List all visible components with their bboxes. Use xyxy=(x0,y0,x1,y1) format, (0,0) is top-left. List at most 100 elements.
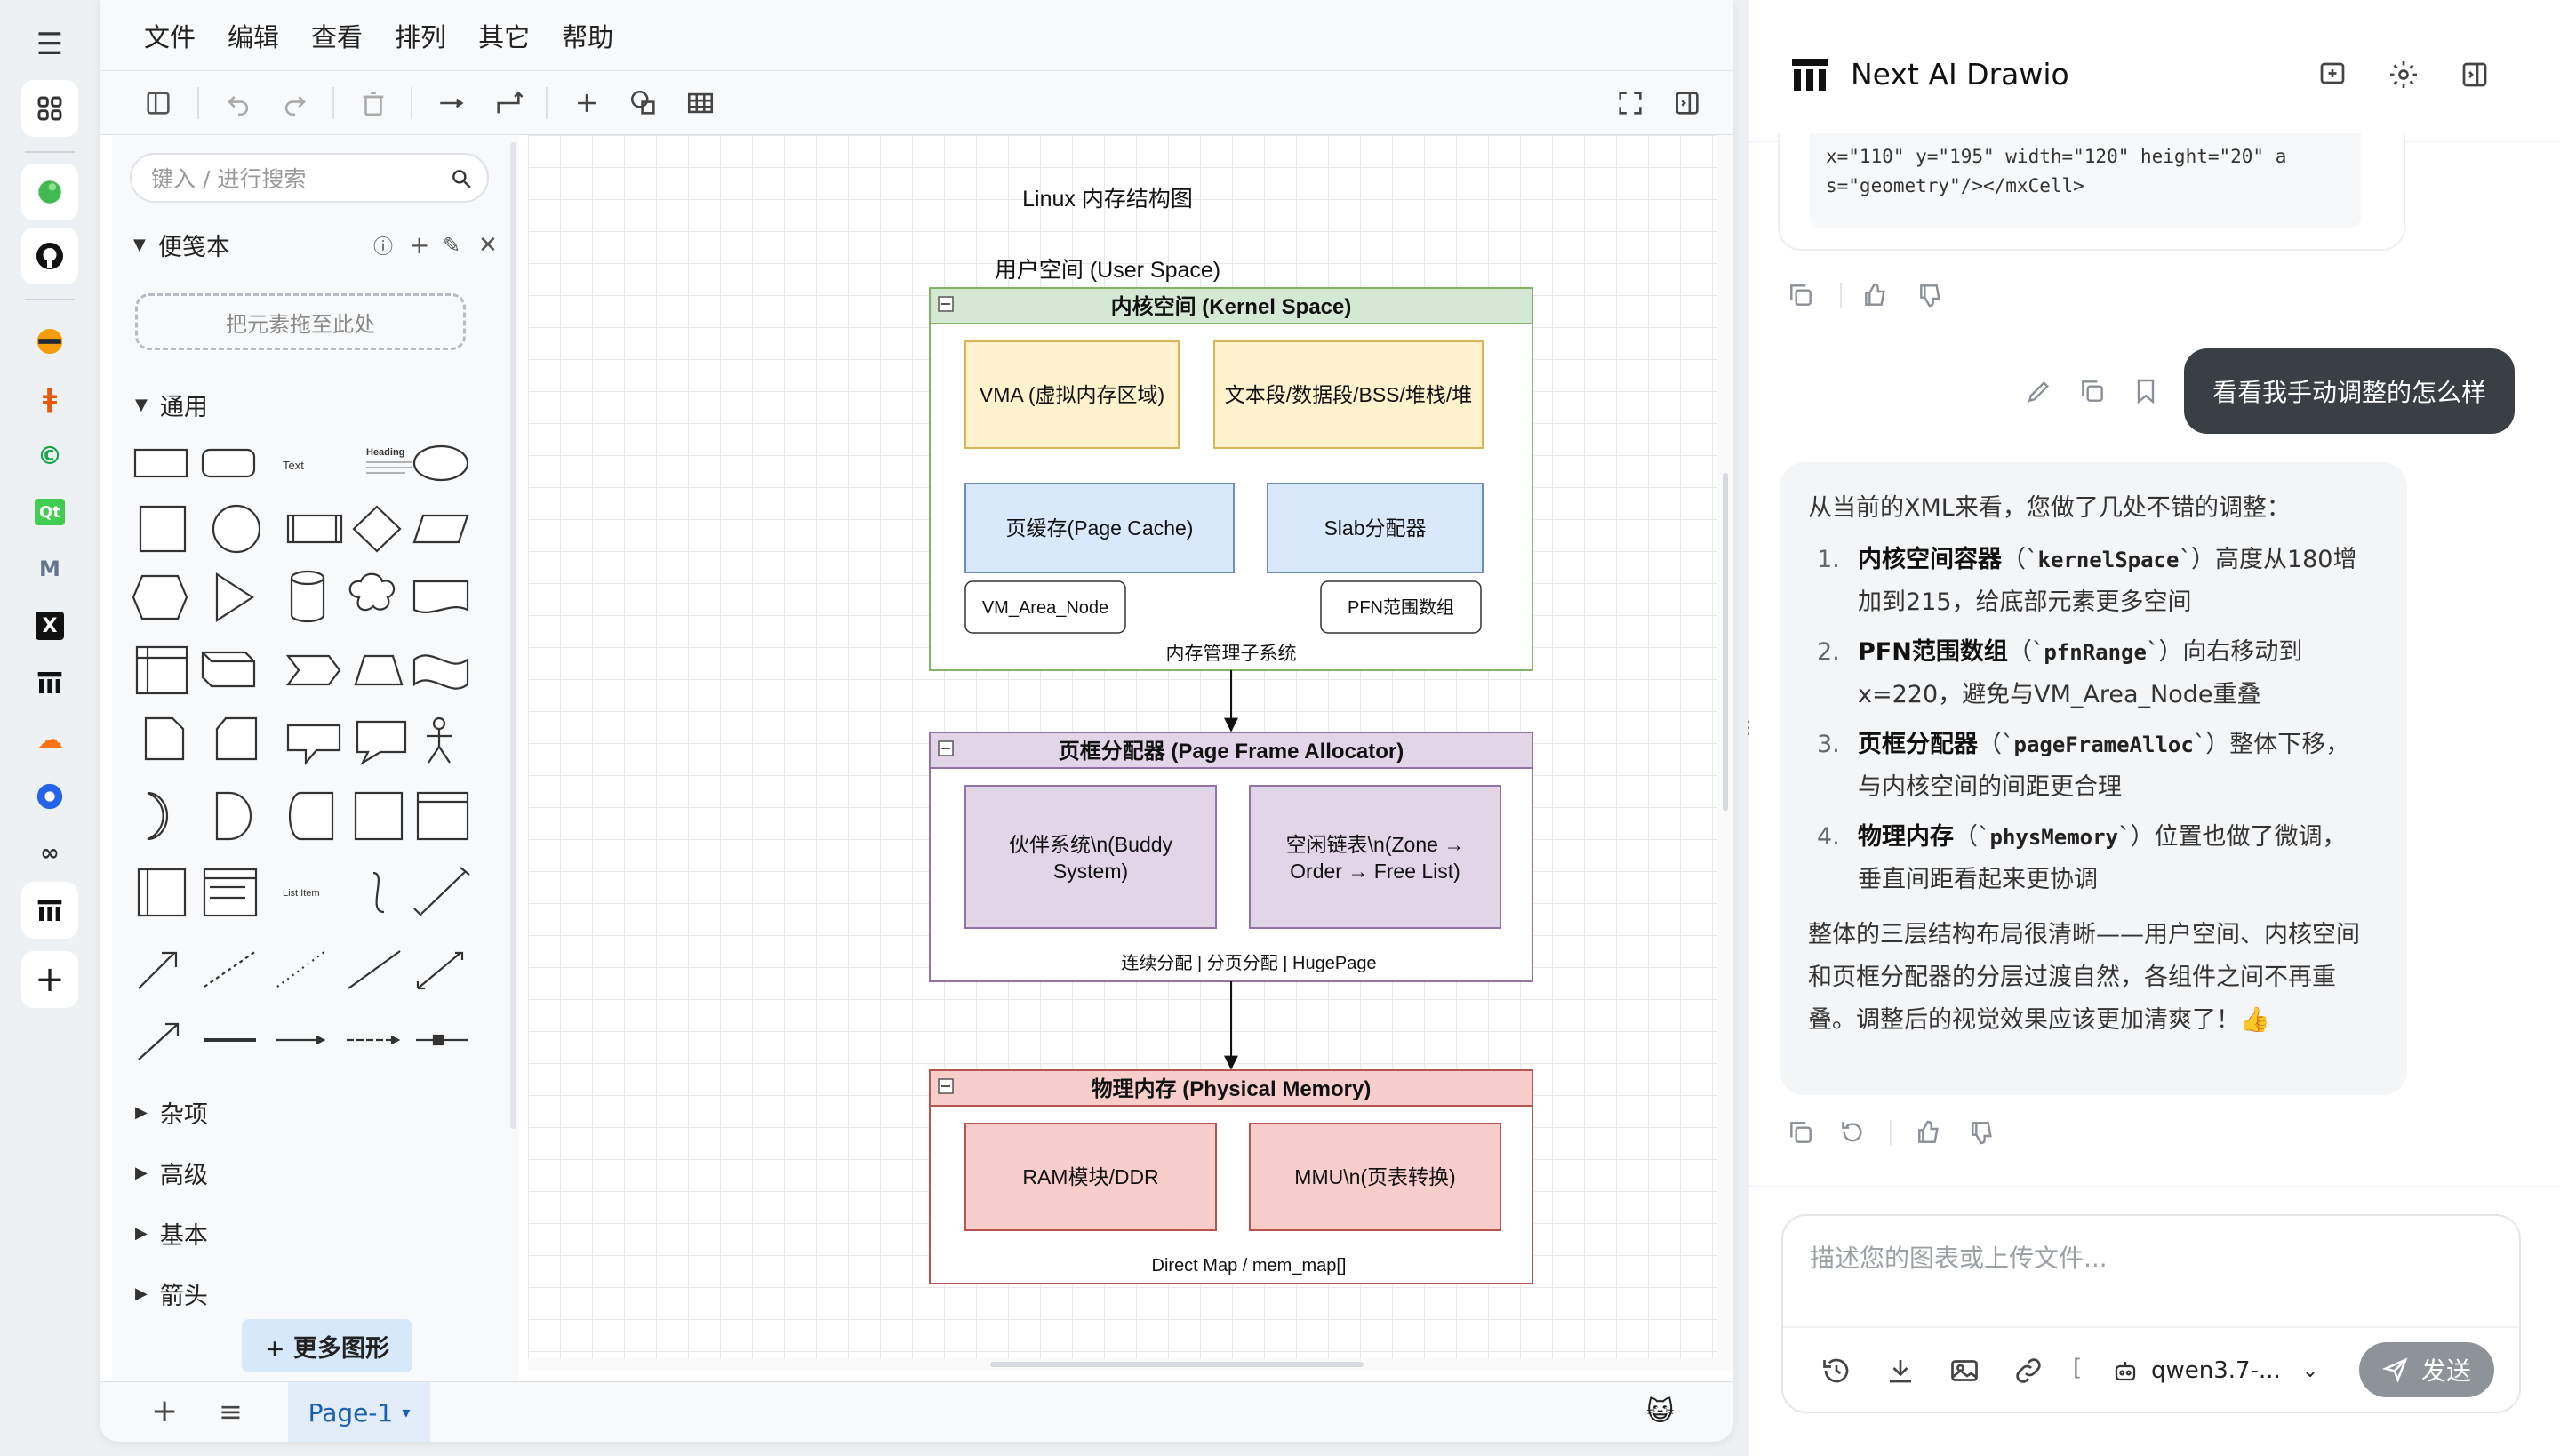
more-shapes-button[interactable]: + 更多图形 xyxy=(242,1319,412,1372)
response-thumbs-down-icon[interactable] xyxy=(1968,1118,1996,1147)
chat-header: Next AI Drawio xyxy=(1749,0,2560,142)
connection-arrow-icon[interactable] xyxy=(432,84,471,123)
copy-response-icon[interactable] xyxy=(1787,1118,1815,1147)
drawio-editor: 文件 编辑 查看 排列 其它 帮助 键入 / 进行搜索 ▼便笺本 ⓘ + ✎ xyxy=(100,0,1733,1442)
undo-icon[interactable] xyxy=(219,84,258,123)
menu-file[interactable]: 文件 xyxy=(144,17,196,54)
new-chat-icon[interactable] xyxy=(2316,59,2348,91)
shape-search-input[interactable]: 键入 / 进行搜索 xyxy=(130,153,489,203)
scratchpad-header[interactable]: ▼ 便笺本 ⓘ + ✎ ✕ xyxy=(133,228,507,262)
waypoints-icon[interactable] xyxy=(489,84,528,123)
xml-code-snippet: x="110" y="195" width="120" height="20" … xyxy=(1810,133,2361,228)
chat-input[interactable] xyxy=(1810,1239,2485,1301)
cat-mascot-icon[interactable]: 😺 xyxy=(1646,1396,1674,1428)
settings-gear-icon[interactable] xyxy=(2388,59,2420,91)
list-item-shape-label: List Item xyxy=(283,888,320,899)
svg-text:PFN范围数组: PFN范围数组 xyxy=(1348,597,1454,618)
format-panel-icon[interactable] xyxy=(139,84,178,123)
fullscreen-icon[interactable] xyxy=(1611,84,1650,123)
menu-toggle-icon[interactable]: ☰ xyxy=(21,16,78,73)
gear-app-icon[interactable] xyxy=(21,768,78,825)
bookmark-icon[interactable] xyxy=(2132,377,2160,405)
ai-summary: 整体的三层结构布局很清晰——用户空间、内核空间 和页框分配器的分层过渡自然，各组件… xyxy=(1808,921,2360,1034)
m-app-icon[interactable]: M xyxy=(21,540,78,597)
help-icon[interactable]: ⓘ xyxy=(373,231,393,260)
user-space-label[interactable]: 用户空间 (User Space) xyxy=(995,258,1220,283)
heading-shape-label: Heading xyxy=(366,447,404,458)
add-app-icon[interactable]: + xyxy=(21,951,78,1008)
copy-icon[interactable] xyxy=(1787,281,1815,309)
canvas-vertical-scrollbar[interactable] xyxy=(1717,135,1733,1371)
diagram-canvas[interactable]: Linux 内存结构图 用户空间 (User Space) 内核空间 (Kern… xyxy=(528,135,1717,1371)
drawio-app-icon[interactable] xyxy=(21,654,78,711)
menu-extras[interactable]: 其它 xyxy=(478,17,530,54)
scratchpad-dropzone[interactable]: 把元素拖至此处 xyxy=(135,293,466,350)
infinity-icon[interactable]: ∞ xyxy=(21,825,78,882)
collapse-panel-icon[interactable] xyxy=(2459,59,2491,91)
allocator-header: 页框分配器 (Page Frame Allocator) xyxy=(1059,740,1404,764)
model-selector[interactable]: qwen3.7-... ⌄ xyxy=(2112,1351,2318,1390)
svg-text:文本段/数据段/BSS/堆栈/堆: 文本段/数据段/BSS/堆栈/堆 xyxy=(1225,383,1473,406)
misc-section-header[interactable]: ▶ 杂项 xyxy=(135,1095,208,1130)
chat-input-area: [ qwen3.7-... ⌄ 发送 xyxy=(1781,1214,2521,1413)
download-icon[interactable] xyxy=(1884,1355,1916,1387)
shapes-icon[interactable] xyxy=(624,84,663,123)
github-icon[interactable] xyxy=(21,228,78,284)
history-icon[interactable] xyxy=(1820,1355,1852,1387)
bolt-app-icon[interactable]: ǂ xyxy=(21,370,78,427)
resize-handle-icon[interactable]: ⋮ xyxy=(1740,716,1758,740)
buddy-system-box[interactable] xyxy=(964,785,1217,929)
arrows-section-header[interactable]: ▶ 箭头 xyxy=(135,1276,208,1311)
app-title: Next AI Drawio xyxy=(1851,57,2069,92)
qt-icon[interactable]: Qt xyxy=(21,484,78,540)
ubuntu-icon[interactable] xyxy=(21,313,78,370)
add-page-icon[interactable]: + xyxy=(151,1393,178,1429)
basic-section-header[interactable]: ▶ 基本 xyxy=(135,1216,208,1251)
pages-menu-icon[interactable]: ≡ xyxy=(219,1395,243,1428)
image-upload-icon[interactable] xyxy=(1948,1355,1980,1387)
edit-icon[interactable]: ✎ xyxy=(443,233,460,258)
free-list-box[interactable] xyxy=(1249,785,1501,929)
list-item: 4. 物理内存（`physMemory`）位置也做了微调， 垂直间距看起来更协调 xyxy=(1817,823,2347,893)
menu-help[interactable]: 帮助 xyxy=(562,17,613,54)
green-app-icon[interactable] xyxy=(21,164,78,220)
svg-text:空闲链表\n(Zone →: 空闲链表\n(Zone → xyxy=(1286,833,1465,856)
table-icon[interactable] xyxy=(681,84,720,123)
active-drawio-icon[interactable] xyxy=(21,882,78,939)
redo-icon[interactable] xyxy=(276,84,315,123)
menu-arrange[interactable]: 排列 xyxy=(395,17,446,54)
send-button[interactable]: 发送 xyxy=(2359,1342,2494,1397)
c-app-icon[interactable]: © xyxy=(21,427,78,484)
edit-message-icon[interactable] xyxy=(2025,377,2053,405)
thumbs-down-icon[interactable] xyxy=(1916,281,1945,309)
robot-icon xyxy=(2115,1362,2136,1381)
response-thumbs-up-icon[interactable] xyxy=(1915,1118,1943,1147)
menu-view[interactable]: 查看 xyxy=(311,17,363,54)
cloud-icon[interactable]: ☁ xyxy=(21,711,78,768)
toggle-panel-icon[interactable] xyxy=(1668,84,1707,123)
add-icon[interactable]: + xyxy=(409,230,429,260)
apps-grid-icon[interactable] xyxy=(21,80,78,137)
insert-plus-icon[interactable] xyxy=(567,84,606,123)
canvas-horizontal-scrollbar[interactable] xyxy=(528,1358,1717,1371)
advanced-section-header[interactable]: ▶ 高级 xyxy=(135,1156,208,1190)
delete-icon[interactable] xyxy=(354,84,393,123)
general-section-header[interactable]: ▼ 通用 xyxy=(135,388,208,422)
sidebar-scrollbar[interactable] xyxy=(510,142,516,1129)
copy-message-icon[interactable] xyxy=(2078,377,2107,405)
x-icon[interactable]: X xyxy=(21,597,78,654)
thumbs-up-icon[interactable] xyxy=(1861,281,1890,309)
page-tab-1[interactable]: Page-1 ▾ xyxy=(288,1382,430,1442)
physical-footer-label: Direct Map / mem_map[] xyxy=(1152,1256,1347,1276)
chevron-down-icon: ⌄ xyxy=(2301,1359,2319,1382)
link-icon[interactable] xyxy=(2012,1355,2044,1387)
close-icon[interactable]: ✕ xyxy=(478,232,498,259)
menu-edit[interactable]: 编辑 xyxy=(228,17,279,54)
regenerate-icon[interactable] xyxy=(1838,1118,1867,1147)
chevron-down-icon: ▾ xyxy=(402,1403,411,1422)
toolbar xyxy=(100,71,1733,135)
ai-intro: 从当前的XML来看，您做了几处不错的调整： xyxy=(1808,494,2291,522)
diagram-title[interactable]: Linux 内存结构图 xyxy=(1022,187,1193,212)
svg-text:RAM模块/DDR: RAM模块/DDR xyxy=(1022,1165,1158,1188)
drawio-logo-icon xyxy=(1792,59,1828,91)
